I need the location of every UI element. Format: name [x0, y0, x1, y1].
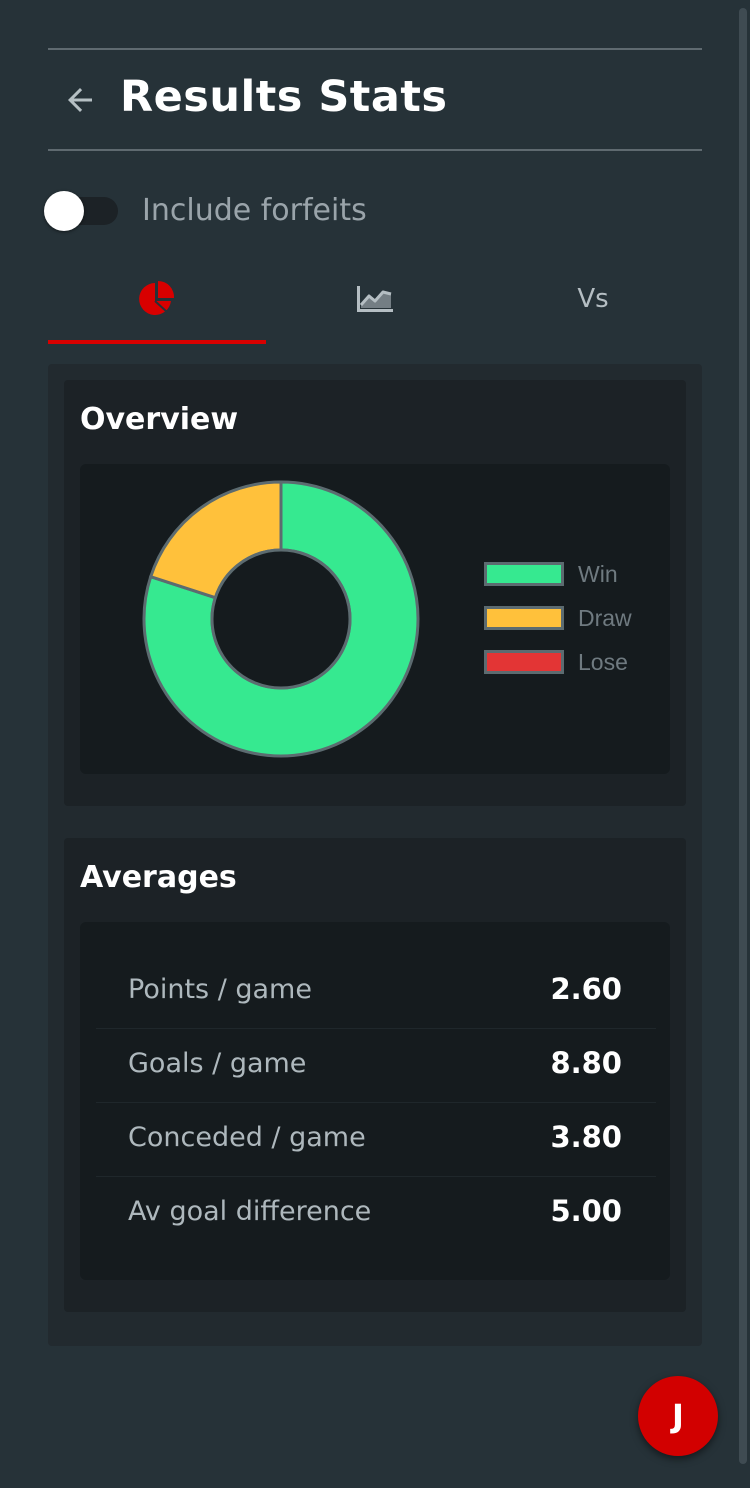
- legend-label: Lose: [578, 649, 628, 675]
- averages-table: Points / game 2.60 Goals / game 8.80 Con…: [80, 922, 670, 1280]
- toggle-knob: [44, 191, 84, 231]
- include-forfeits-label: Include forfeits: [142, 193, 367, 228]
- stat-value: 5.00: [550, 1194, 622, 1228]
- overview-title: Overview: [80, 402, 239, 437]
- averages-title: Averages: [80, 860, 237, 895]
- stats-panel: Overview Win Draw Lose Averages Points / g…: [48, 364, 702, 1346]
- pie-chart-icon: [139, 280, 175, 315]
- stat-row-conceded: Conceded / game 3.80: [96, 1102, 656, 1177]
- legend-swatch: [484, 650, 564, 674]
- stat-value: 8.80: [550, 1046, 622, 1080]
- stat-value: 3.80: [550, 1120, 622, 1154]
- stat-label: Av goal difference: [128, 1196, 372, 1227]
- back-button[interactable]: [62, 82, 98, 118]
- stat-label: Conceded / game: [128, 1122, 366, 1153]
- overview-chart-area: Win Draw Lose: [80, 464, 670, 774]
- page-title: Results Stats: [120, 72, 448, 122]
- include-forfeits-toggle[interactable]: [44, 190, 120, 232]
- legend-label: Draw: [578, 605, 632, 631]
- stat-row-goal-difference: Av goal difference 5.00: [96, 1176, 656, 1250]
- legend-item-lose[interactable]: Lose: [484, 649, 654, 680]
- scrollbar-thumb[interactable]: [739, 8, 747, 1464]
- donut-hole: [210, 548, 352, 690]
- tab-vs-label: Vs: [577, 284, 609, 314]
- tab-vs[interactable]: Vs: [484, 256, 702, 342]
- page-header: Results Stats: [48, 48, 702, 151]
- user-avatar[interactable]: J: [638, 1376, 718, 1456]
- tab-overview[interactable]: [48, 256, 266, 344]
- stat-label: Points / game: [128, 974, 312, 1005]
- scrollbar[interactable]: [736, 0, 750, 1488]
- stat-row-points: Points / game 2.60: [96, 954, 656, 1029]
- arrow-left-icon: [68, 88, 92, 112]
- averages-card: Averages Points / game 2.60 Goals / game…: [64, 838, 686, 1312]
- legend-item-win[interactable]: Win: [484, 561, 654, 592]
- stat-value: 2.60: [550, 972, 622, 1006]
- overview-card: Overview Win Draw Lose: [64, 380, 686, 806]
- legend-item-draw[interactable]: Draw: [484, 605, 654, 636]
- legend-label: Win: [578, 561, 618, 587]
- stat-label: Goals / game: [128, 1048, 307, 1079]
- legend-swatch: [484, 606, 564, 630]
- stat-row-goals: Goals / game 8.80: [96, 1028, 656, 1103]
- legend-swatch: [484, 562, 564, 586]
- results-pie-chart: [142, 480, 420, 758]
- stats-tabs: Vs: [48, 256, 702, 344]
- tab-trends[interactable]: [266, 256, 484, 342]
- line-chart-icon: [357, 286, 393, 312]
- avatar-initial: J: [672, 1397, 684, 1435]
